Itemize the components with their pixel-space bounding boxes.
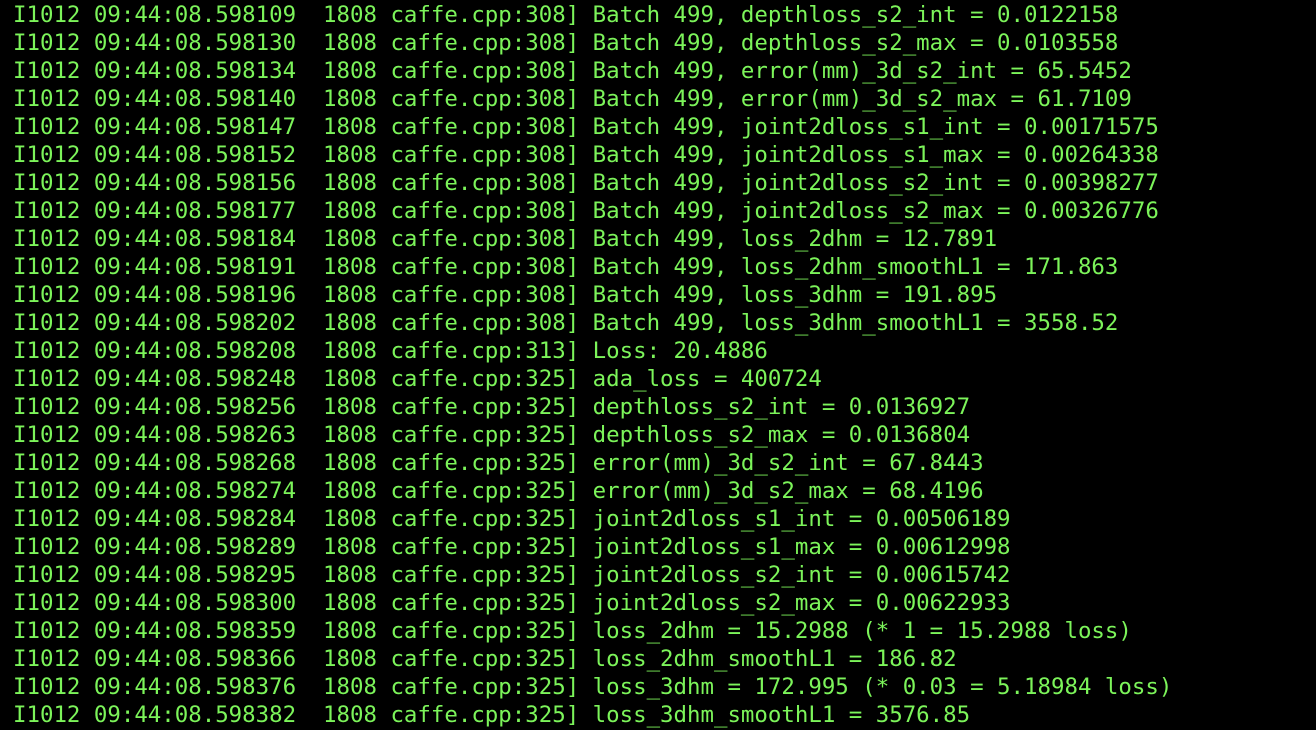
log-line: I1012 09:44:08.598202 1808 caffe.cpp:308… <box>13 310 1119 336</box>
log-line: I1012 09:44:08.598196 1808 caffe.cpp:308… <box>13 282 998 308</box>
log-line: I1012 09:44:08.598359 1808 caffe.cpp:325… <box>13 618 1132 644</box>
log-line: I1012 09:44:08.598268 1808 caffe.cpp:325… <box>13 450 984 476</box>
log-line: I1012 09:44:08.598376 1808 caffe.cpp:325… <box>13 674 1173 700</box>
log-line: I1012 09:44:08.598274 1808 caffe.cpp:325… <box>13 478 984 504</box>
log-output: I1012 09:44:08.598109 1808 caffe.cpp:308… <box>13 1 1172 729</box>
log-line: I1012 09:44:08.598191 1808 caffe.cpp:308… <box>13 254 1119 280</box>
log-line: I1012 09:44:08.598208 1808 caffe.cpp:313… <box>13 338 768 364</box>
log-line: I1012 09:44:08.598284 1808 caffe.cpp:325… <box>13 506 1011 532</box>
log-line: I1012 09:44:08.598130 1808 caffe.cpp:308… <box>13 30 1119 56</box>
log-line: I1012 09:44:08.598109 1808 caffe.cpp:308… <box>13 2 1119 28</box>
log-line: I1012 09:44:08.598134 1808 caffe.cpp:308… <box>13 58 1132 84</box>
log-line: I1012 09:44:08.598295 1808 caffe.cpp:325… <box>13 562 1011 588</box>
terminal-window[interactable]: I1012 09:44:08.598109 1808 caffe.cpp:308… <box>0 0 1316 730</box>
log-line: I1012 09:44:08.598289 1808 caffe.cpp:325… <box>13 534 1011 560</box>
log-line: I1012 09:44:08.598177 1808 caffe.cpp:308… <box>13 198 1159 224</box>
log-line: I1012 09:44:08.598263 1808 caffe.cpp:325… <box>13 422 971 448</box>
log-line: I1012 09:44:08.598382 1808 caffe.cpp:325… <box>13 702 971 728</box>
log-line: I1012 09:44:08.598156 1808 caffe.cpp:308… <box>13 170 1159 196</box>
log-line: I1012 09:44:08.598366 1808 caffe.cpp:325… <box>13 646 957 672</box>
log-line: I1012 09:44:08.598184 1808 caffe.cpp:308… <box>13 226 998 252</box>
log-line: I1012 09:44:08.598147 1808 caffe.cpp:308… <box>13 114 1159 140</box>
log-line: I1012 09:44:08.598256 1808 caffe.cpp:325… <box>13 394 971 420</box>
log-line: I1012 09:44:08.598300 1808 caffe.cpp:325… <box>13 590 1011 616</box>
log-line: I1012 09:44:08.598140 1808 caffe.cpp:308… <box>13 86 1132 112</box>
log-line: I1012 09:44:08.598152 1808 caffe.cpp:308… <box>13 142 1159 168</box>
log-line: I1012 09:44:08.598248 1808 caffe.cpp:325… <box>13 366 822 392</box>
